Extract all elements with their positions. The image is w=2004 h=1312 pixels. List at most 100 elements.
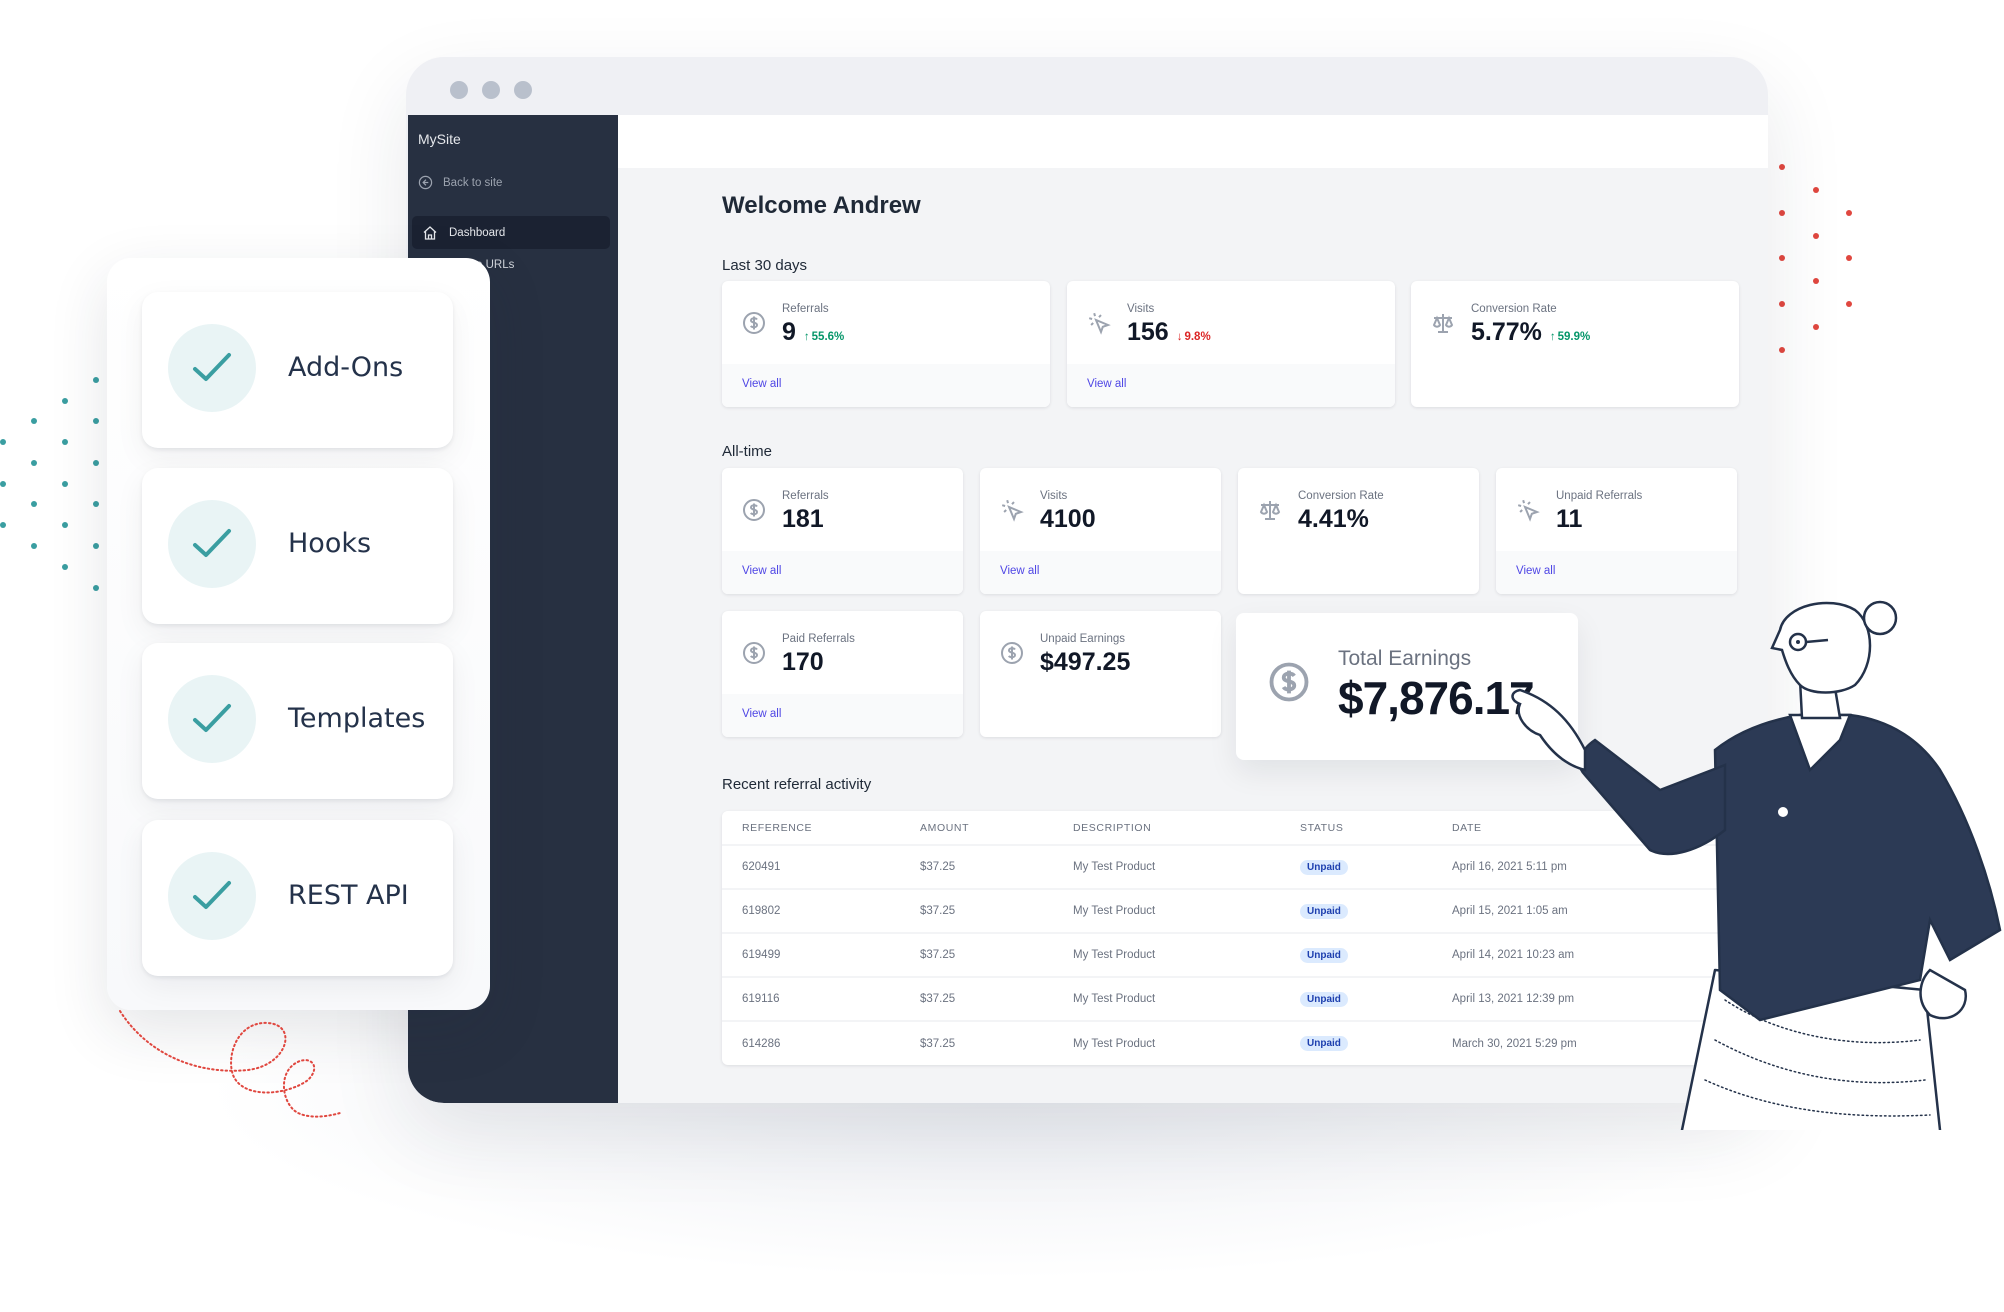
status-cell: Unpaid xyxy=(1280,933,1432,978)
stat-value: 170 xyxy=(782,648,824,676)
status-badge: Unpaid xyxy=(1300,1036,1348,1051)
total-earnings-label: Total Earnings xyxy=(1338,647,1472,670)
window-dot-maximize[interactable] xyxy=(514,81,532,99)
stat-value: 4.41% xyxy=(1298,505,1369,533)
page-title: Welcome Andrew xyxy=(722,192,921,219)
reference-cell: 619499 xyxy=(722,933,900,978)
column-header[interactable]: DESCRIPTION xyxy=(1053,811,1280,846)
stat-value: 5.77% xyxy=(1471,318,1542,346)
description-cell: My Test Product xyxy=(1053,889,1280,934)
stat-value: $497.25 xyxy=(1040,648,1131,676)
description-cell: My Test Product xyxy=(1053,845,1280,890)
feature-name: Templates xyxy=(288,703,426,734)
dollar-circle-icon xyxy=(1001,642,1023,664)
window-dot-close[interactable] xyxy=(450,81,468,99)
status-badge: Unpaid xyxy=(1300,859,1348,875)
section-label-last30: Last 30 days xyxy=(722,257,808,274)
back-to-site-link[interactable]: Back to site xyxy=(418,175,502,190)
stat-change-value: 55.6% xyxy=(811,331,845,343)
stat-card-paid-referrals: Paid Referrals 170 View all xyxy=(722,611,963,737)
stat-value: 181 xyxy=(782,505,824,533)
stat-label: Paid Referrals xyxy=(782,633,855,645)
view-all-link[interactable]: View all xyxy=(1000,565,1039,577)
feature-name: Hooks xyxy=(288,528,372,559)
amount-cell: $37.25 xyxy=(900,845,1053,890)
section-label-alltime: All-time xyxy=(722,443,773,460)
column-header[interactable]: STATUS xyxy=(1280,811,1432,846)
stat-label: Unpaid Referrals xyxy=(1556,490,1643,502)
stat-card-referrals-alltime: Referrals 181 View all xyxy=(722,468,963,594)
cursor-click-icon xyxy=(1001,499,1024,522)
window-dot-minimize[interactable] xyxy=(482,81,500,99)
stat-card-conversion-30d: Conversion Rate 5.77% ↑ 59.9% xyxy=(1411,281,1739,407)
dollar-circle-icon xyxy=(743,499,765,521)
check-badge xyxy=(168,675,256,763)
checkmark-icon xyxy=(193,529,231,557)
feature-item-rest-api[interactable]: REST API xyxy=(142,820,453,976)
feature-item-add-ons[interactable]: Add-Ons xyxy=(142,292,453,448)
stat-change: ↓ 9.8% xyxy=(1177,331,1211,343)
stat-change: ↑ 55.6% xyxy=(804,331,844,343)
cursor-click-icon xyxy=(1088,312,1111,335)
features-panel: Add-Ons Hooks Templates REST API xyxy=(107,258,490,1010)
stat-change-value: 59.9% xyxy=(1557,331,1591,343)
reference-cell: 619802 xyxy=(722,889,900,934)
dollar-circle-icon xyxy=(743,642,765,664)
view-all-link[interactable]: View all xyxy=(1516,565,1555,577)
view-all-link[interactable]: View all xyxy=(1087,378,1126,390)
dollar-circle-icon xyxy=(1269,662,1309,702)
stat-value: 4100 xyxy=(1040,505,1096,533)
amount-cell: $37.25 xyxy=(900,889,1053,934)
stat-card-visits-30d: Visits 156 ↓ 9.8% View all xyxy=(1067,281,1395,407)
site-brand[interactable]: MySite xyxy=(418,131,461,147)
reference-cell: 614286 xyxy=(742,1037,781,1050)
check-badge xyxy=(168,500,256,588)
arrow-left-circle-icon xyxy=(418,175,433,190)
checkmark-icon xyxy=(193,704,231,732)
arrow-up-icon: ↑ xyxy=(803,331,810,343)
stat-card-unpaid-referrals: Unpaid Referrals 11 View all xyxy=(1496,468,1737,594)
window-controls xyxy=(450,81,532,99)
column-header[interactable]: AMOUNT xyxy=(900,811,1053,846)
description-cell: My Test Product xyxy=(1073,1037,1156,1050)
amount-cell: $37.25 xyxy=(920,1037,956,1050)
section-label-recent: Recent referral activity xyxy=(722,776,872,793)
feature-item-hooks[interactable]: Hooks xyxy=(142,468,453,624)
status-badge: Unpaid xyxy=(1300,991,1348,1007)
reference-cell: 619116 xyxy=(722,977,900,1022)
arrow-down-icon: ↓ xyxy=(1176,331,1183,343)
feature-name: REST API xyxy=(288,880,409,911)
sidebar-item-label: Dashboard xyxy=(449,226,506,239)
stat-card-conversion-alltime: Conversion Rate 4.41% xyxy=(1238,468,1479,594)
stat-label: Visits xyxy=(1127,303,1155,315)
stat-card-unpaid-earnings: Unpaid Earnings $497.25 xyxy=(980,611,1221,737)
amount-cell: $37.25 xyxy=(900,933,1053,978)
stat-change: ↑ 59.9% xyxy=(1550,331,1590,343)
feature-item-templates[interactable]: Templates xyxy=(142,643,453,799)
sidebar-item-dashboard[interactable]: Dashboard xyxy=(412,216,610,249)
view-all-link[interactable]: View all xyxy=(742,708,781,720)
back-to-site-label: Back to site xyxy=(443,176,503,189)
checkmark-icon xyxy=(193,881,231,909)
view-all-link[interactable]: View all xyxy=(742,378,781,390)
stat-label: Unpaid Earnings xyxy=(1040,633,1126,645)
status-cell: Unpaid xyxy=(1280,1021,1432,1065)
top-bar xyxy=(618,115,1768,168)
cursor-click-icon xyxy=(1517,499,1540,522)
stat-label: Conversion Rate xyxy=(1298,490,1384,502)
checkmark-icon xyxy=(193,353,231,381)
home-icon xyxy=(423,225,437,240)
scale-icon xyxy=(1259,501,1281,520)
character-illustration xyxy=(1511,600,2002,1130)
status-badge: Unpaid xyxy=(1300,903,1348,919)
status-badge: Unpaid xyxy=(1300,947,1348,963)
scale-icon xyxy=(1432,314,1454,333)
stat-change-value: 9.8% xyxy=(1184,331,1211,343)
column-header[interactable]: REFERENCE xyxy=(722,811,900,846)
stat-value-row: 5.77% ↑ 59.9% xyxy=(1471,318,1590,347)
arrow-up-icon: ↑ xyxy=(1549,331,1556,343)
stat-value: 11 xyxy=(1556,505,1583,533)
stat-label: Referrals xyxy=(782,490,829,502)
stat-label: Referrals xyxy=(782,303,829,315)
view-all-link[interactable]: View all xyxy=(742,565,781,577)
